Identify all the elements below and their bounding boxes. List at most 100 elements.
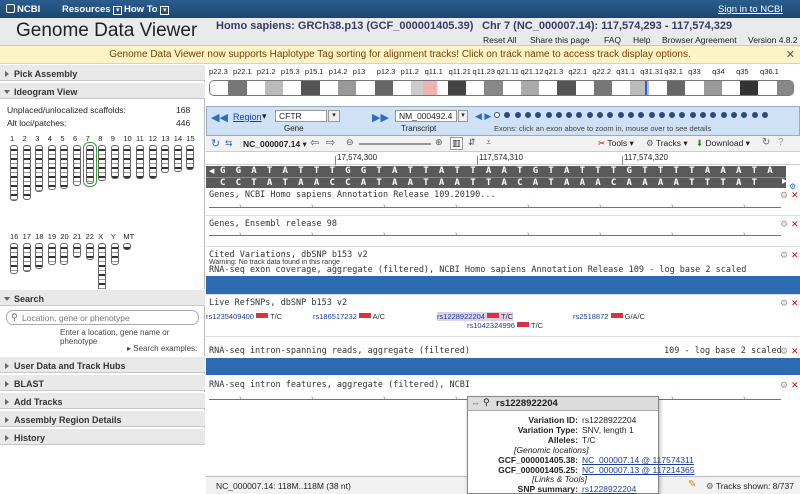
exon-dot[interactable]	[669, 112, 676, 118]
exon-dot[interactable]	[689, 112, 696, 118]
exon-nav-icons[interactable]: ◀ ▶	[475, 111, 491, 122]
chromosome-6[interactable]	[73, 145, 81, 186]
transcript-field[interactable]: NM_000492.4	[395, 110, 457, 122]
search-examples-toggle[interactable]: ▸ Search examples:	[127, 344, 197, 353]
exon-dot[interactable]	[494, 112, 500, 118]
markers-icon[interactable]: ⩡	[486, 137, 491, 148]
track-title-intron-features[interactable]: RNA-seq intron features, aggregate (filt…	[209, 380, 470, 390]
sign-in-link[interactable]: Sign in to NCBI	[718, 4, 783, 15]
track-close-icon[interactable]: ✕	[791, 219, 799, 230]
exon-dot[interactable]	[679, 112, 686, 118]
chromosome-5[interactable]	[60, 145, 69, 189]
blast-section[interactable]: BLAST	[0, 374, 205, 391]
snp-summary-link[interactable]: rs1228922204	[582, 484, 636, 494]
track-settings-icon[interactable]: ⚙	[780, 250, 788, 261]
chromosome-22[interactable]	[85, 243, 94, 260]
help-icon[interactable]: ?	[778, 137, 784, 148]
exon-dot[interactable]	[597, 112, 603, 118]
close-icon[interactable]: ✕	[786, 48, 795, 61]
exon-dot[interactable]	[545, 112, 552, 118]
exon-dots[interactable]	[494, 112, 794, 120]
track-settings-icon[interactable]: ⚙	[780, 380, 788, 391]
chromosome-Y[interactable]	[110, 243, 119, 265]
chromosome-18[interactable]	[35, 243, 44, 270]
pan-left-icon[interactable]: ⇦	[310, 136, 319, 149]
edit-icon[interactable]: ✎	[688, 479, 696, 490]
track-title-intron-spanning[interactable]: RNA-seq intron-spanning reads, aggregate…	[209, 346, 470, 356]
chromosome-10[interactable]	[123, 145, 132, 180]
next-region-icon[interactable]: ▶▶	[372, 111, 389, 124]
reverse-icon[interactable]: ⇆	[225, 138, 233, 149]
zoom-slider[interactable]	[359, 143, 431, 145]
exon-dot[interactable]	[566, 112, 573, 118]
track-close-icon[interactable]: ✕	[791, 346, 799, 357]
exon-dot[interactable]	[761, 112, 768, 118]
pan-right-icon[interactable]: ⇨	[326, 136, 335, 149]
exon-dot[interactable]	[720, 112, 727, 118]
add-tracks-section[interactable]: Add Tracks	[0, 392, 205, 409]
search-input[interactable]: ⚲ Location, gene or phenotype	[6, 310, 199, 325]
track-title-genes-ncbi[interactable]: Genes, NCBI Homo sapiens Annotation Rele…	[209, 190, 496, 200]
exon-dot[interactable]	[607, 112, 614, 118]
resources-menu[interactable]: Resources ▾	[62, 4, 123, 15]
region-dropdown-icon[interactable]: ▾	[262, 111, 267, 122]
chromosome-19[interactable]	[47, 243, 56, 265]
track-close-icon[interactable]: ✕	[791, 190, 799, 201]
exon-dot[interactable]	[586, 112, 593, 118]
snp-rs186517232[interactable]: rs186517232 A/C	[313, 312, 385, 321]
chromosome-overview[interactable]	[209, 80, 794, 96]
gene-field[interactable]: CFTR	[275, 110, 327, 122]
chromosome-13[interactable]	[161, 145, 170, 174]
assembly-region-section[interactable]: Assembly Region Details	[0, 410, 205, 427]
exon-dot[interactable]	[576, 112, 583, 118]
chromosome-20[interactable]	[60, 243, 69, 265]
chromosome-8[interactable]	[98, 145, 107, 181]
snp-rs2518872[interactable]: rs2518872 G/A/C	[573, 312, 645, 321]
reset-all-link[interactable]: Reset All	[483, 35, 517, 45]
chromosome-21[interactable]	[73, 243, 81, 259]
user-data-section[interactable]: User Data and Track Hubs	[0, 356, 205, 373]
help-link[interactable]: Help	[633, 35, 650, 45]
chromosome-2[interactable]	[22, 145, 31, 200]
exon-dot[interactable]	[741, 112, 748, 118]
zoom-out-icon[interactable]: ⊖	[346, 137, 354, 148]
exon-dot[interactable]	[648, 112, 655, 118]
chromosome-MT[interactable]	[123, 243, 132, 250]
ideogram-view-section[interactable]: Ideogram View	[0, 82, 205, 99]
snp-rs1042324996[interactable]: rs1042324996 T/C	[467, 321, 543, 330]
chromosome-7[interactable]	[82, 142, 97, 187]
exon-dot[interactable]	[617, 112, 624, 118]
exon-dot[interactable]	[700, 112, 706, 118]
ncbi-logo[interactable]: NCBI	[6, 4, 40, 15]
share-page-link[interactable]: Share this page	[530, 35, 590, 45]
track-title-rnaseq-coverage[interactable]: RNA-seq exon coverage, aggregate (filter…	[209, 265, 746, 275]
exon-dot[interactable]	[710, 112, 717, 118]
pick-assembly-section[interactable]: Pick Assembly	[0, 64, 205, 81]
snp-rs1235409400[interactable]: rs1235409400 T/C	[206, 312, 282, 321]
prev-region-icon[interactable]: ◀◀	[211, 111, 228, 124]
exon-dot[interactable]	[627, 112, 634, 118]
faq-link[interactable]: FAQ	[604, 35, 621, 45]
chromosome-1[interactable]	[10, 145, 18, 202]
track-title-genes-ensembl[interactable]: Genes, Ensembl release 98	[209, 219, 337, 229]
chromosome-17[interactable]	[22, 243, 31, 272]
exon-dot[interactable]	[658, 112, 665, 118]
snp-rs1228922204[interactable]: rs1228922204 T/C	[437, 312, 514, 321]
exon-dot[interactable]	[751, 112, 758, 118]
tools-menu[interactable]: ✂ Tools ▾	[598, 138, 634, 149]
chromosome-16[interactable]	[10, 243, 18, 274]
track-close-icon[interactable]: ✕	[791, 298, 799, 309]
search-section[interactable]: Search	[0, 289, 205, 306]
exon-dot[interactable]	[638, 112, 645, 118]
track-close-icon[interactable]: ✕	[791, 380, 799, 391]
gene-dropdown-icon[interactable]: ▾	[328, 110, 340, 122]
chromosome-11[interactable]	[136, 145, 144, 180]
track-title-live-refsnps[interactable]: Live RefSNPs, dbSNP b153 v2	[209, 298, 347, 308]
rnaseq-coverage-bar[interactable]	[206, 276, 800, 294]
sort-icon[interactable]: ⇵	[468, 137, 476, 148]
exon-dot[interactable]	[730, 112, 737, 118]
track-settings-icon[interactable]: ⚙	[780, 346, 788, 357]
track-close-icon[interactable]: ✕	[791, 250, 799, 261]
zoom-in-icon[interactable]: ⊕	[435, 137, 443, 148]
exon-dot[interactable]	[555, 112, 562, 118]
